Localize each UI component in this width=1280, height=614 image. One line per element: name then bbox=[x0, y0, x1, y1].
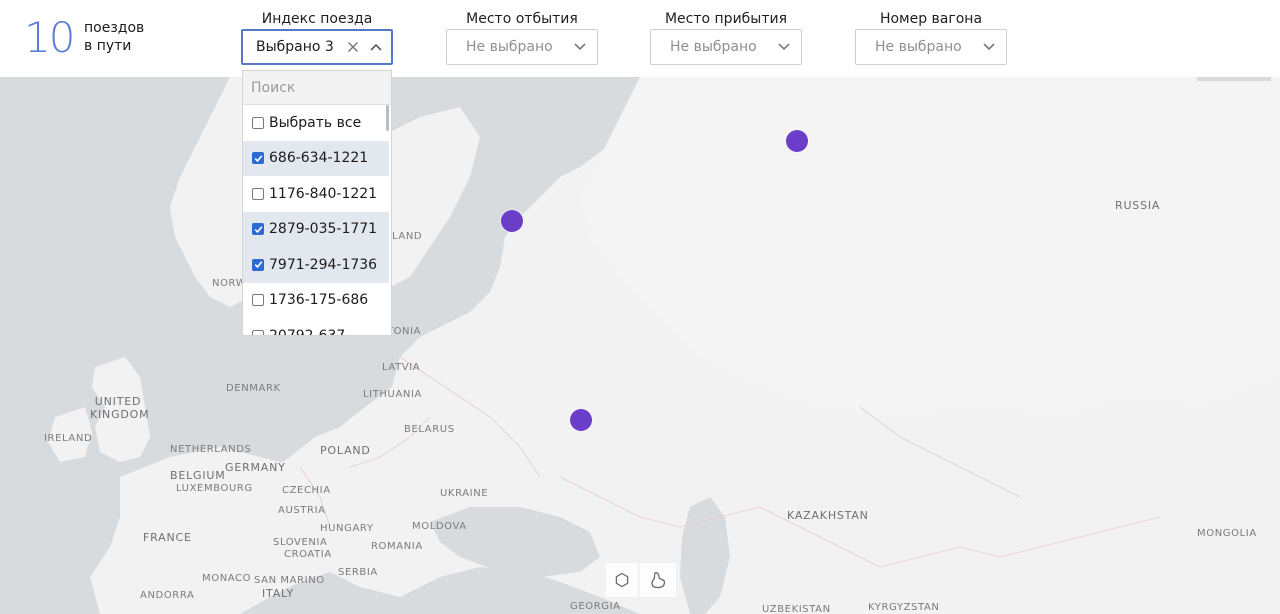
train-index-option[interactable]: 686-634-1221 bbox=[243, 140, 389, 176]
map-label-mongolia: MONGOLIA bbox=[1197, 528, 1257, 539]
filter-arrival-value: Не выбрано bbox=[670, 39, 757, 55]
map-label-ukraine: UKRAINE bbox=[440, 488, 489, 499]
chevron-down-icon bbox=[573, 40, 587, 54]
filter-train-index-label: Индекс поезда bbox=[261, 11, 373, 27]
checkbox[interactable] bbox=[252, 258, 264, 271]
map-label-italy: ITALY bbox=[262, 587, 295, 600]
hexagon-icon bbox=[615, 572, 629, 588]
trains-count-caption-line2: в пути bbox=[84, 38, 132, 54]
map-label-uzbekistan: UZBEKISTAN bbox=[762, 604, 831, 614]
map-label-croatia: CROATIA bbox=[284, 549, 332, 560]
map-label-belarus: BELARUS bbox=[404, 424, 455, 435]
dropdown-scrollbar[interactable] bbox=[386, 105, 389, 131]
map-label-andorra: ANDORRA bbox=[140, 590, 195, 601]
checkbox[interactable] bbox=[252, 116, 264, 129]
train-index-option[interactable]: 20792-637 bbox=[243, 318, 389, 336]
train-index-option[interactable]: 2879-035-1771 bbox=[243, 211, 389, 247]
map-label-moldova: MOLDOVA bbox=[412, 521, 467, 532]
map-label-romania: ROMANIA bbox=[371, 541, 423, 552]
clear-icon[interactable] bbox=[345, 39, 361, 55]
filter-arrival-select[interactable]: Не выбрано bbox=[650, 29, 802, 65]
map-label-kazakhstan: KAZAKHSTAN bbox=[787, 509, 869, 522]
option-label: 2879-035-1771 bbox=[269, 221, 378, 238]
option-label: 1736-175-686 bbox=[269, 292, 369, 309]
option-label: Выбрать все bbox=[269, 114, 362, 131]
filter-departure-value: Не выбрано bbox=[466, 39, 553, 55]
filter-train-index: Индекс поезда Выбрано 3 bbox=[241, 9, 393, 65]
map-label-hungary: HUNGARY bbox=[320, 523, 374, 534]
dropdown-search bbox=[243, 71, 391, 105]
map-label-luxembourg: LUXEMBOURG bbox=[176, 483, 253, 494]
dropdown-search-input[interactable] bbox=[251, 79, 381, 96]
filter-arrival-label: Место прибытия bbox=[664, 11, 788, 27]
map-label-russia: RUSSIA bbox=[1115, 199, 1161, 212]
dropdown-options: Выбрать все 686-634-1221 1176-840-1221 2879… bbox=[243, 105, 391, 336]
filter-wagon-select[interactable]: Не выбрано bbox=[855, 29, 1007, 65]
map-label-ireland: IRELAND bbox=[44, 433, 93, 444]
train-index-option[interactable]: 1176-840-1221 bbox=[243, 176, 389, 212]
map-label-france: FRANCE bbox=[143, 531, 192, 544]
train-marker[interactable] bbox=[501, 210, 523, 232]
map-label-united-kingdom: UNITED KINGDOM bbox=[90, 395, 150, 421]
map-label-denmark: DENMARK bbox=[226, 383, 281, 394]
trains-count-caption: поездов в пути bbox=[84, 19, 144, 55]
map-label-kyrgyzstan: KYRGYZSTAN bbox=[868, 602, 940, 613]
option-label: 1176-840-1221 bbox=[269, 185, 378, 202]
trains-count-caption-line1: поездов bbox=[84, 20, 145, 36]
filter-wagon-label: Номер вагона bbox=[879, 11, 983, 27]
map-label-latvia: LATVIA bbox=[382, 362, 421, 373]
map-label-poland: POLAND bbox=[320, 444, 371, 457]
map-label-slovenia: SLOVENIA bbox=[273, 537, 328, 548]
map-background bbox=[0, 77, 1280, 614]
filter-departure: Место отбытия Не выбрано bbox=[446, 9, 598, 65]
hexagon-select-button[interactable] bbox=[606, 563, 638, 597]
map-label-san-marino: SAN MARINO bbox=[254, 575, 325, 586]
filter-arrival: Место прибытия Не выбрано bbox=[650, 9, 802, 65]
train-marker[interactable] bbox=[786, 130, 808, 152]
map-controls bbox=[606, 563, 676, 597]
filter-wagon-value: Не выбрано bbox=[875, 39, 962, 55]
map-label-lithuania: LITHUANIA bbox=[363, 389, 422, 400]
option-label: 7971-294-1736 bbox=[269, 256, 378, 273]
lasso-icon bbox=[651, 572, 666, 589]
check-icon bbox=[254, 261, 262, 269]
checkbox[interactable] bbox=[252, 294, 264, 307]
filter-wagon: Номер вагона Не выбрано bbox=[855, 9, 1007, 65]
map-label-netherlands: NETHERLANDS bbox=[170, 444, 252, 455]
checkbox[interactable] bbox=[252, 152, 264, 165]
filter-departure-label: Место отбытия bbox=[466, 11, 578, 27]
map-attribution bbox=[1197, 77, 1271, 81]
trains-count: 10 bbox=[24, 13, 75, 62]
train-marker[interactable] bbox=[570, 409, 592, 431]
map-label-austria: AUSTRIA bbox=[278, 505, 326, 516]
filter-departure-select[interactable]: Не выбрано bbox=[446, 29, 598, 65]
lasso-select-button[interactable] bbox=[640, 563, 676, 597]
filter-train-index-value: Выбрано 3 bbox=[256, 39, 334, 55]
checkbox[interactable] bbox=[252, 329, 264, 335]
map-label-monaco: MONACO bbox=[202, 573, 252, 584]
check-icon bbox=[254, 226, 262, 233]
map-label-germany: GERMANY bbox=[225, 461, 286, 474]
chevron-down-icon bbox=[777, 40, 791, 54]
checkbox[interactable] bbox=[252, 223, 264, 236]
check-icon bbox=[254, 155, 262, 162]
train-index-dropdown: Выбрать все 686-634-1221 1176-840-1221 2879… bbox=[242, 70, 392, 336]
chevron-down-icon bbox=[982, 40, 996, 54]
map-label-czechia: CZECHIA bbox=[282, 485, 331, 496]
filter-train-index-select[interactable]: Выбрано 3 bbox=[241, 29, 393, 65]
chevron-up-icon[interactable] bbox=[369, 40, 383, 54]
map[interactable]: RUSSIA FINLAND NORWAY ESTONIA LATVIA DEN… bbox=[0, 77, 1280, 614]
select-all-option[interactable]: Выбрать все bbox=[243, 105, 389, 141]
map-label-belgium: BELGIUM bbox=[170, 469, 226, 482]
top-bar: 10 поездов в пути Индекс поезда Выбрано … bbox=[0, 0, 1280, 77]
option-label: 20792-637 bbox=[269, 327, 346, 336]
checkbox[interactable] bbox=[252, 187, 264, 200]
map-label-serbia: SERBIA bbox=[338, 567, 378, 578]
train-index-option[interactable]: 7971-294-1736 bbox=[243, 247, 389, 283]
map-label-georgia: GEORGIA bbox=[570, 601, 621, 612]
train-index-option[interactable]: 1736-175-686 bbox=[243, 283, 389, 319]
option-label: 686-634-1221 bbox=[269, 150, 369, 167]
